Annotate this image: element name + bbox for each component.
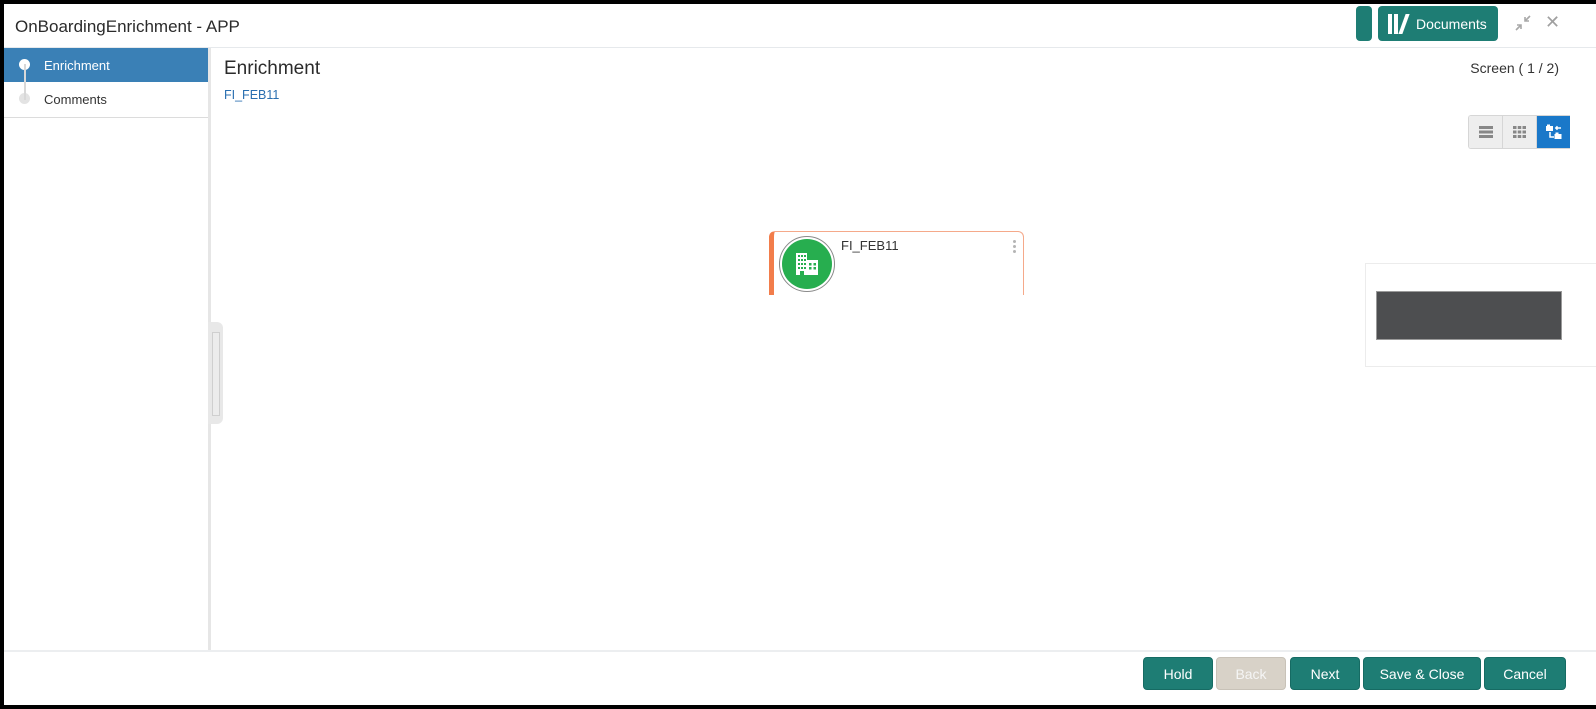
screen-indicator: Screen ( 1 / 2) [1470,60,1559,76]
page-title: Enrichment [224,58,321,79]
back-button[interactable]: Back [1216,657,1286,690]
minimap-viewport[interactable] [1376,291,1562,340]
next-button[interactable]: Next [1290,657,1360,690]
step-label: Enrichment [44,57,110,73]
step-connector [24,64,26,100]
sidebar-resize-handle[interactable] [208,322,223,424]
close-icon[interactable]: ✕ [1545,12,1560,33]
documents-button[interactable]: Documents [1378,6,1498,41]
hold-button[interactable]: Hold [1143,657,1213,690]
sidebar: Enrichment Comments [4,48,211,650]
header-action-button[interactable] [1356,6,1372,41]
sidebar-step-comments[interactable]: Comments [4,82,208,116]
app-title: OnBoardingEnrichment - APP [15,17,240,36]
grid-view-icon [1513,126,1526,138]
minimap[interactable] [1365,263,1596,367]
org-node-card[interactable]: FI_FEB11 [769,231,1024,295]
list-view-icon [1478,126,1493,138]
step-label: Comments [44,91,107,107]
sidebar-divider [4,117,208,118]
documents-label: Documents [1416,15,1487,32]
sidebar-step-enrichment[interactable]: Enrichment [4,48,208,82]
kebab-menu-icon[interactable] [1013,240,1017,255]
footer-divider [4,650,1596,652]
list-view-button[interactable] [1469,116,1503,148]
page-subtitle: FI_FEB11 [224,88,280,102]
minimize-arrows-icon[interactable] [1514,14,1532,37]
hierarchy-view-icon [1545,124,1561,139]
window-frame [0,0,1596,709]
building-icon [796,253,818,275]
node-avatar [779,236,835,292]
hierarchy-view-button[interactable] [1537,116,1570,148]
books-icon [1388,13,1410,34]
save-close-button[interactable]: Save & Close [1363,657,1481,690]
node-name: FI_FEB11 [841,238,899,253]
grid-view-button[interactable] [1503,116,1537,148]
cancel-button[interactable]: Cancel [1484,657,1566,690]
grip-icon [212,332,220,416]
view-toggle [1468,115,1570,149]
